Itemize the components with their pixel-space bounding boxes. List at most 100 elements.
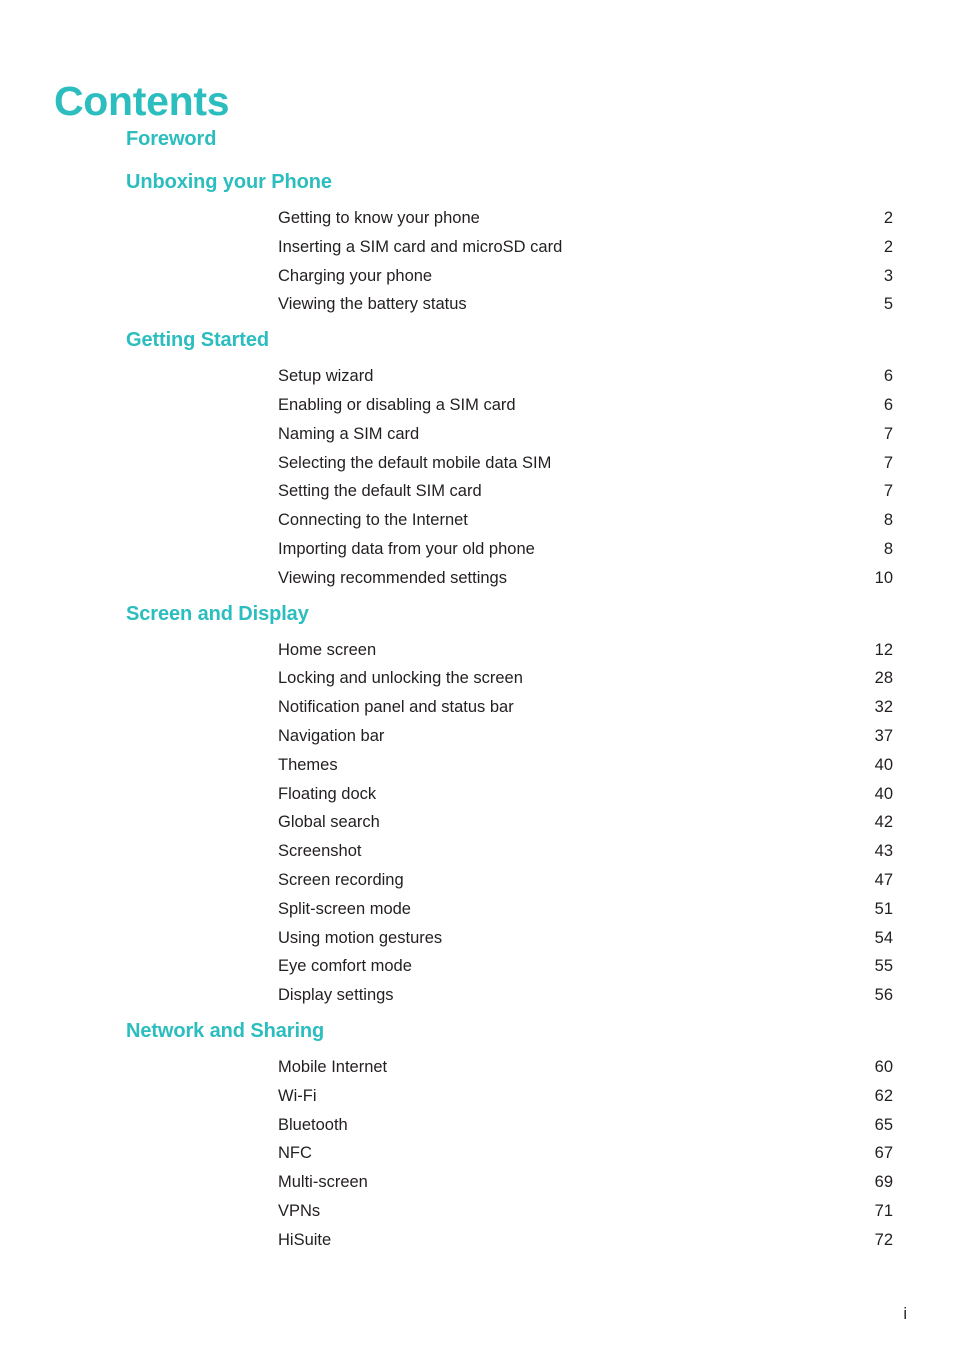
toc-entry[interactable]: Inserting a SIM card and microSD card 2	[0, 233, 954, 262]
toc-entry-page-number: 28	[874, 669, 893, 688]
toc-entry-label: Charging your phone	[278, 266, 433, 285]
toc-entry-page-number: 62	[874, 1086, 893, 1105]
toc-page: Contents Foreword Unboxing your Phone Gett…	[0, 0, 954, 1350]
toc-section-title[interactable]: Unboxing your Phone	[0, 161, 954, 204]
toc-entry-page-number: 51	[874, 899, 893, 918]
toc-entry[interactable]: Screen recording 47	[0, 866, 954, 895]
toc-entry-label: Locking and unlocking the screen	[278, 669, 523, 688]
toc-entry-label: Themes	[278, 755, 338, 774]
toc-entry[interactable]: Setup wizard 6	[0, 362, 954, 391]
toc-entry-page-number: 2	[883, 237, 893, 256]
toc-entry[interactable]: Importing data from your old phone 8	[0, 535, 954, 564]
toc-entry-page-number: 7	[883, 453, 893, 472]
toc-entry-page-number: 6	[883, 367, 893, 386]
toc-entry-label: Viewing recommended settings	[278, 568, 507, 587]
toc-entry-label: Inserting a SIM card and microSD card	[278, 237, 563, 256]
toc-entry-label: Navigation bar	[278, 726, 385, 745]
toc-entry-label: Connecting to the Internet	[278, 511, 468, 530]
toc-entry-page-number: 72	[874, 1230, 893, 1249]
toc-section: Screen and Display Home screen 12 Locking a…	[0, 593, 954, 1010]
toc-entry-page-number: 60	[874, 1057, 893, 1076]
toc-entry-page-number: 8	[883, 539, 893, 558]
toc-entry-label: Importing data from your old phone	[278, 539, 535, 558]
toc-entry[interactable]: Wi-Fi 62	[0, 1082, 954, 1111]
toc-entry-label: Selecting the default mobile data SIM	[278, 453, 552, 472]
toc-entry-label: Global search	[278, 813, 380, 832]
toc-entry-page-number: 47	[874, 870, 893, 889]
toc-entry-list: Setup wizard 6 Enabling or disabling a SIM…	[0, 362, 954, 592]
toc-entry-page-number: 2	[883, 209, 893, 227]
toc-entry[interactable]: Enabling or disabling a SIM card 6	[0, 391, 954, 420]
toc-entry-label: Mobile Internet	[278, 1057, 388, 1076]
toc-entry-page-number: 8	[883, 511, 893, 530]
toc-entry-page-number: 43	[874, 842, 893, 861]
toc-entry[interactable]: Setting the default SIM card 7	[0, 477, 954, 506]
toc-entry[interactable]: Floating dock 40	[0, 780, 954, 809]
toc-entry[interactable]: NFC 67	[0, 1139, 954, 1168]
toc-entry-page-number: 32	[874, 698, 893, 717]
toc-entry[interactable]: Viewing the battery status 5	[0, 290, 954, 319]
toc-entry[interactable]: Themes 40	[0, 751, 954, 780]
toc-entry-page-number: 54	[874, 928, 893, 947]
toc-entry-page-number: 10	[874, 568, 893, 587]
toc-entry[interactable]: Screenshot 43	[0, 837, 954, 866]
toc-entry-label: Setting the default SIM card	[278, 482, 482, 501]
toc-entry-label: Getting to know your phone	[278, 209, 480, 227]
toc-entry-label: Screen recording	[278, 870, 404, 889]
toc-entry-label: Wi-Fi	[278, 1086, 317, 1105]
toc-entry[interactable]: Split-screen mode 51	[0, 895, 954, 924]
toc-entry-label: Viewing the battery status	[278, 295, 467, 314]
toc-entry[interactable]: Multi-screen 69	[0, 1168, 954, 1197]
page-folio: i	[903, 1305, 907, 1323]
toc-entry[interactable]: Getting to know your phone 2	[0, 204, 954, 233]
toc-entry[interactable]: Connecting to the Internet 8	[0, 506, 954, 535]
toc-section-title[interactable]: Getting Started	[0, 319, 954, 362]
toc-entry-label: NFC	[278, 1144, 312, 1163]
toc-entry[interactable]: HiSuite 72	[0, 1226, 954, 1255]
toc-entry[interactable]: Charging your phone 3	[0, 262, 954, 291]
toc-entry[interactable]: Viewing recommended settings 10	[0, 564, 954, 593]
toc-entry-page-number: 55	[874, 957, 893, 976]
toc-entry[interactable]: Naming a SIM card 7	[0, 420, 954, 449]
toc-section-title[interactable]: Network and Sharing	[0, 1010, 954, 1053]
toc-entry-list: Mobile Internet 60 Wi-Fi 62 Bluetooth 65 NFC 67…	[0, 1053, 954, 1255]
toc-section: Network and Sharing Mobile Internet 60 Wi-F…	[0, 1010, 954, 1255]
toc-entry-label: Display settings	[278, 986, 394, 1005]
toc-entry-label: Setup wizard	[278, 367, 374, 386]
toc-entry-page-number: 69	[874, 1173, 893, 1192]
toc-entry[interactable]: Selecting the default mobile data SIM 7	[0, 449, 954, 478]
toc-entry[interactable]: Eye comfort mode 55	[0, 952, 954, 981]
toc-entry-label: Naming a SIM card	[278, 424, 420, 443]
toc-entry-page-number: 7	[883, 424, 893, 443]
toc-entry-label: Split-screen mode	[278, 899, 411, 918]
toc-entry[interactable]: Using motion gestures 54	[0, 924, 954, 953]
toc-entry-label: Using motion gestures	[278, 928, 443, 947]
toc-entry-label: Notification panel and status bar	[278, 698, 514, 717]
toc-entry-page-number: 65	[874, 1115, 893, 1134]
toc-entry-list: Home screen 12 Locking and unlocking the s…	[0, 636, 954, 1010]
toc-entry-page-number: 40	[874, 755, 893, 774]
toc-entry[interactable]: Home screen 12	[0, 636, 954, 665]
toc-entry[interactable]: Bluetooth 65	[0, 1111, 954, 1140]
toc-section: Unboxing your Phone Getting to know your …	[0, 161, 954, 319]
toc-entry-page-number: 7	[883, 482, 893, 501]
toc-entry[interactable]: Display settings 56	[0, 981, 954, 1010]
toc-entry[interactable]: Global search 42	[0, 808, 954, 837]
toc-entry[interactable]: Notification panel and status bar 32	[0, 693, 954, 722]
toc-entry-page-number: 71	[874, 1201, 893, 1220]
table-of-contents: Foreword Unboxing your Phone Getting to kn…	[0, 118, 954, 1255]
toc-entry-label: HiSuite	[278, 1230, 332, 1249]
toc-entry[interactable]: VPNs 71	[0, 1197, 954, 1226]
toc-section-title[interactable]: Foreword	[0, 118, 954, 161]
toc-entry[interactable]: Locking and unlocking the screen 28	[0, 664, 954, 693]
toc-section: Foreword	[0, 118, 954, 161]
toc-entry-label: Multi-screen	[278, 1173, 368, 1192]
toc-entry-page-number: 5	[883, 295, 893, 314]
toc-entry-page-number: 3	[883, 266, 893, 285]
toc-entry-page-number: 12	[874, 640, 893, 659]
toc-entry[interactable]: Mobile Internet 60	[0, 1053, 954, 1082]
toc-section-title[interactable]: Screen and Display	[0, 593, 954, 636]
toc-entry-page-number: 6	[883, 395, 893, 414]
toc-entry-page-number: 42	[874, 813, 893, 832]
toc-entry[interactable]: Navigation bar 37	[0, 722, 954, 751]
